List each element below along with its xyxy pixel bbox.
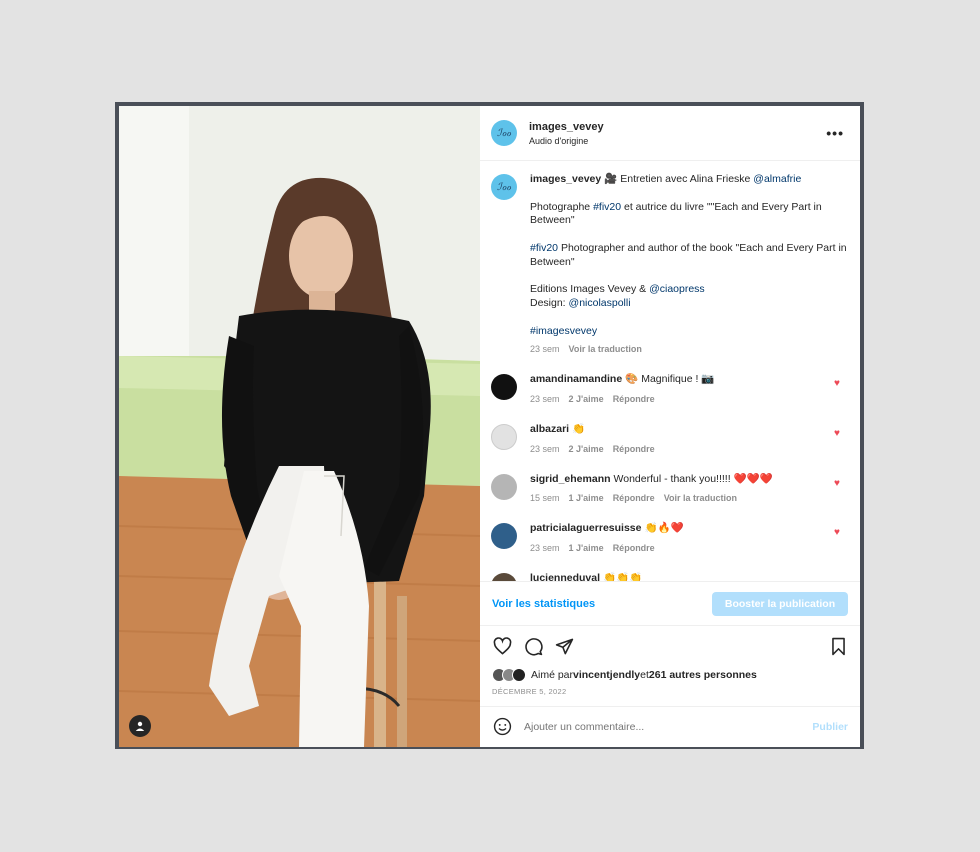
share-icon[interactable] bbox=[554, 636, 574, 656]
caption-username[interactable]: images_vevey bbox=[530, 173, 601, 185]
caption-text: Photographe bbox=[530, 200, 594, 213]
comment-text: 👏👏👏 bbox=[603, 571, 643, 581]
comment-time[interactable]: 23 sem bbox=[530, 443, 560, 457]
comment-time[interactable]: 23 sem bbox=[530, 542, 560, 556]
comment-likes[interactable]: 1 J'aime bbox=[569, 542, 604, 556]
avatar[interactable] bbox=[491, 523, 517, 550]
hashtag-link[interactable]: #fiv20 bbox=[530, 242, 558, 254]
likes-others-link[interactable]: 261 autres personnes bbox=[649, 669, 757, 681]
comments-list[interactable]: ℐℴℴ images_vevey 🎥 Entretien avec Alina F… bbox=[480, 161, 860, 581]
comment-username[interactable]: albazari bbox=[530, 423, 569, 435]
heart-icon[interactable]: ♥ bbox=[834, 428, 844, 439]
stats-bar: Voir les statistiques Booster la publica… bbox=[480, 581, 860, 625]
caption-text: Photographer and author of the book "Eac… bbox=[530, 241, 847, 268]
heart-icon[interactable] bbox=[492, 636, 512, 656]
avatar[interactable]: ℐℴℴ bbox=[491, 120, 517, 146]
heart-icon[interactable]: ♥ bbox=[834, 379, 844, 389]
heart-icon[interactable]: ♥ bbox=[834, 478, 844, 489]
bookmark-icon[interactable] bbox=[828, 636, 848, 656]
comment-item: patricialaguerresuisse 👏🔥❤️ 23 sem 1 J'ai… bbox=[491, 522, 848, 556]
view-stats-link[interactable]: Voir les statistiques bbox=[492, 598, 595, 610]
add-comment-bar: Publier bbox=[480, 706, 860, 746]
hashtag-link[interactable]: #fiv20 bbox=[593, 201, 621, 213]
heart-icon[interactable]: ♥ bbox=[834, 528, 844, 538]
reply-button[interactable]: Répondre bbox=[613, 393, 655, 407]
translate-link[interactable]: Voir la traduction bbox=[664, 492, 737, 506]
comment-likes[interactable]: 2 J'aime bbox=[569, 443, 604, 457]
liker-avatars[interactable] bbox=[492, 668, 526, 682]
comment-likes[interactable]: 1 J'aime bbox=[569, 492, 604, 506]
post-modal-frame: ℐℴℴ images_vevey Audio d'origine ••• ℐℴℴ… bbox=[115, 102, 864, 749]
reply-button[interactable]: Répondre bbox=[613, 542, 655, 556]
post-date[interactable]: DÉCEMBRE 5, 2022 bbox=[492, 687, 848, 696]
comment-item: sigrid_ehemann Wonderful - thank you!!!!!… bbox=[491, 473, 848, 507]
likes-section: Aimé par vincentjendly et 261 autres per… bbox=[480, 666, 860, 706]
liker-username[interactable]: vincentjendly bbox=[573, 669, 640, 681]
caption: ℐℴℴ images_vevey 🎥 Entretien avec Alina F… bbox=[491, 173, 848, 356]
comment-item: amandinamandine 🎨 Magnifique ! 📷 23 sem 2… bbox=[491, 373, 848, 407]
comment-username[interactable]: amandinamandine bbox=[530, 373, 622, 385]
boost-post-button[interactable]: Booster la publication bbox=[712, 591, 848, 616]
post-header: ℐℴℴ images_vevey Audio d'origine ••• bbox=[480, 106, 860, 161]
likes-middle: et bbox=[640, 669, 649, 681]
comment-username[interactable]: lucienneduval bbox=[530, 572, 600, 581]
avatar[interactable] bbox=[491, 572, 517, 581]
comment-icon[interactable] bbox=[523, 636, 543, 656]
avatar[interactable] bbox=[491, 473, 517, 500]
hashtag-link[interactable]: #imagesvevey bbox=[530, 325, 597, 337]
reply-button[interactable]: Répondre bbox=[613, 492, 655, 506]
likes-prefix: Aimé par bbox=[531, 669, 574, 681]
more-options-icon[interactable]: ••• bbox=[822, 125, 848, 141]
action-bar bbox=[480, 625, 860, 666]
comment-time[interactable]: 15 sem bbox=[530, 492, 560, 506]
reply-button[interactable]: Répondre bbox=[613, 443, 655, 457]
comment-input[interactable] bbox=[524, 720, 813, 733]
comment-item: albazari 👏 23 sem 2 J'aime Répondre ♥ bbox=[491, 423, 848, 457]
avatar[interactable] bbox=[491, 374, 517, 401]
emoji-icon[interactable] bbox=[492, 717, 512, 737]
comment-time[interactable]: 23 sem bbox=[530, 393, 560, 407]
caption-time[interactable]: 23 sem bbox=[530, 343, 560, 357]
avatar[interactable]: ℐℴℴ bbox=[491, 174, 517, 200]
post-username[interactable]: images_vevey bbox=[529, 121, 822, 133]
publish-button[interactable]: Publier bbox=[812, 721, 848, 733]
comment-username[interactable]: sigrid_ehemann bbox=[530, 473, 611, 485]
caption-text: Editions Images Vevey & bbox=[530, 283, 650, 296]
comment-likes[interactable]: 2 J'aime bbox=[569, 393, 604, 407]
comment-text: Wonderful - thank you!!!!! ❤️❤️❤️ bbox=[613, 472, 773, 485]
mention-link[interactable]: @nicolaspolli bbox=[569, 297, 631, 309]
mention-link[interactable]: @ciaopress bbox=[649, 283, 705, 295]
post-side-panel: ℐℴℴ images_vevey Audio d'origine ••• ℐℴℴ… bbox=[480, 106, 860, 747]
comment-item: lucienneduval 👏👏👏 bbox=[491, 572, 848, 581]
comment-text: 👏🔥❤️ bbox=[644, 522, 684, 535]
post-photo[interactable] bbox=[119, 106, 480, 747]
audio-label[interactable]: Audio d'origine bbox=[529, 136, 822, 146]
caption-text: Entretien avec Alina Frieske bbox=[617, 173, 754, 185]
comment-username[interactable]: patricialaguerresuisse bbox=[530, 522, 641, 534]
avatar[interactable] bbox=[491, 423, 517, 450]
caption-text: Design: bbox=[530, 297, 569, 310]
caption-emoji: 🎥 bbox=[604, 173, 618, 185]
comment-text: 🎨 Magnifique ! 📷 bbox=[625, 373, 715, 386]
comment-text: 👏 bbox=[572, 422, 586, 435]
mention-link[interactable]: @almafrie bbox=[753, 173, 801, 185]
translate-link[interactable]: Voir la traduction bbox=[569, 343, 642, 357]
portrait-image bbox=[119, 106, 480, 747]
user-tag-icon[interactable] bbox=[129, 715, 151, 737]
